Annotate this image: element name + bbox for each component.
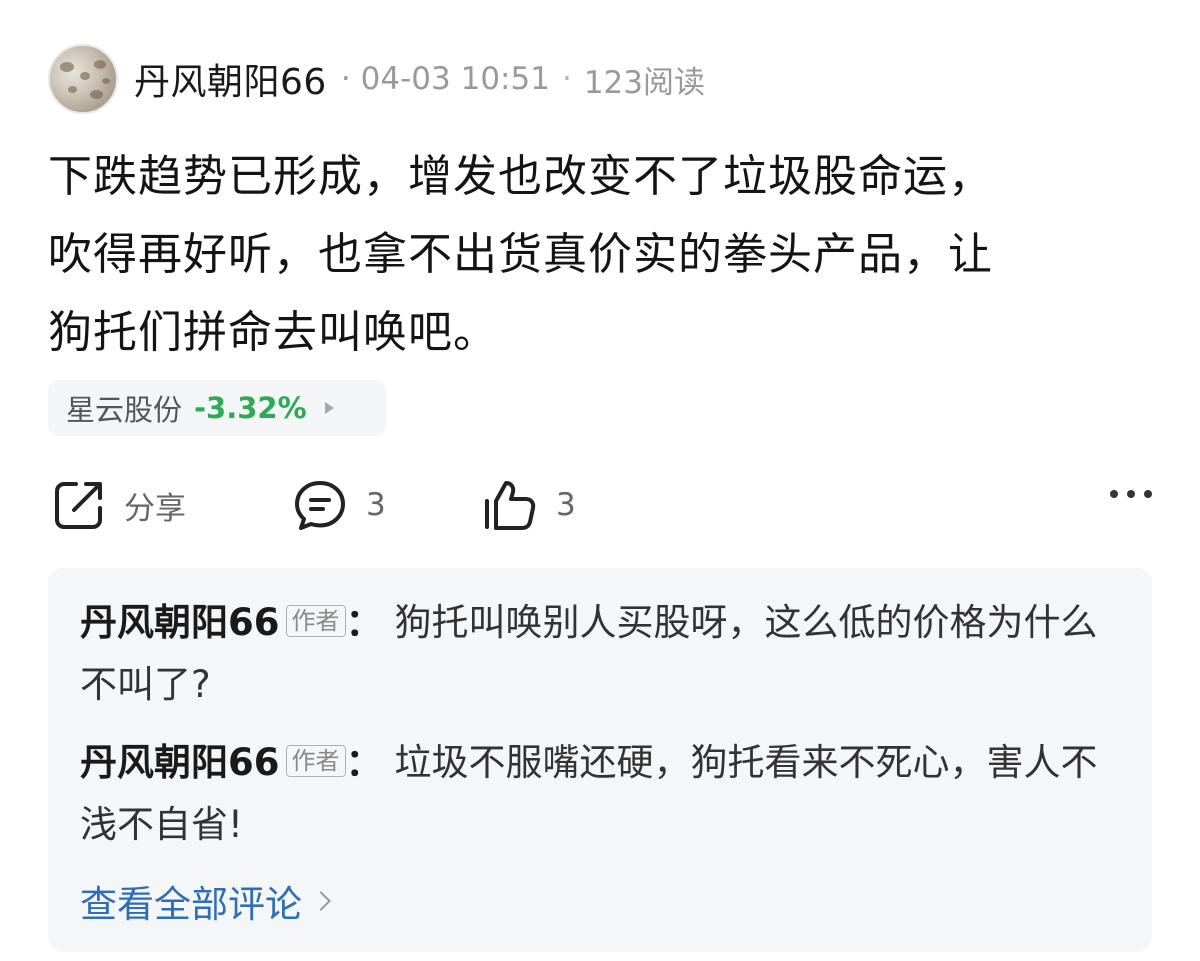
like-count: 3 [556,487,576,523]
stock-change: -3.32% [194,391,307,425]
stock-name: 星云股份 [66,393,183,427]
post-body[interactable]: 下跌趋势已形成，增发也改变不了垃圾股命运， 吹得再好听，也拿不出货真价实的拳头产… [48,138,1158,372]
post-time: 04-03 10:51 [360,61,550,97]
comment-icon [295,481,345,530]
author-name[interactable]: 丹风朝阳66 [134,53,327,105]
comment-colon: ： [345,601,383,644]
comments-preview: 丹风朝阳66 作者：狗托叫唤别人买股呀，这么低的价格为什么不叫了? 丹风朝阳66 作… [48,568,1152,952]
comment-item[interactable]: 丹风朝阳66 作者：狗托叫唤别人买股呀，这么低的价格为什么不叫了? [80,592,1120,716]
comment-author[interactable]: 丹风朝阳66 [80,741,280,784]
post-body-line: 吹得再好听，也拿不出货真价实的拳头产品，让 [48,229,993,280]
post-header: 丹风朝阳66 · 04-03 10:51 · 123阅读 [48,44,705,114]
view-all-label: 查看全部评论 [80,883,302,926]
comment-item[interactable]: 丹风朝阳66 作者：垃圾不服嘴还硬，狗托看来不死心，害人不浅不自省! [80,732,1120,856]
post-body-line: 狗托们拼命去叫唤吧。 [48,307,498,358]
stock-tag[interactable]: 星云股份 -3.32% [48,380,386,436]
share-button[interactable]: 分享 [52,472,186,538]
like-button[interactable]: 3 [482,472,576,538]
meta-separator: · [561,61,572,97]
comment-count: 3 [366,487,386,523]
read-count: 123阅读 [583,64,705,101]
view-all-comments-link[interactable]: 查看全部评论 [80,874,331,928]
share-label: 分享 [124,490,186,527]
author-badge: 作者 [285,605,346,637]
comment-author[interactable]: 丹风朝阳66 [80,601,280,644]
comment-colon: ： [345,741,383,784]
more-options-icon[interactable] [1110,490,1152,498]
share-icon [55,482,102,529]
thumbs-up-icon [485,481,536,530]
post-meta: · 04-03 10:51 · 123阅读 [341,57,705,102]
post-body-line: 下跌趋势已形成，增发也改变不了垃圾股命运， [48,151,993,202]
chevron-right-icon [311,891,331,911]
avatar[interactable] [48,44,118,114]
author-badge: 作者 [285,745,346,777]
comment-button[interactable]: 3 [292,472,386,538]
play-arrow-icon [324,402,334,414]
action-bar: 分享 3 3 [48,472,1152,538]
meta-separator: · [340,61,351,97]
